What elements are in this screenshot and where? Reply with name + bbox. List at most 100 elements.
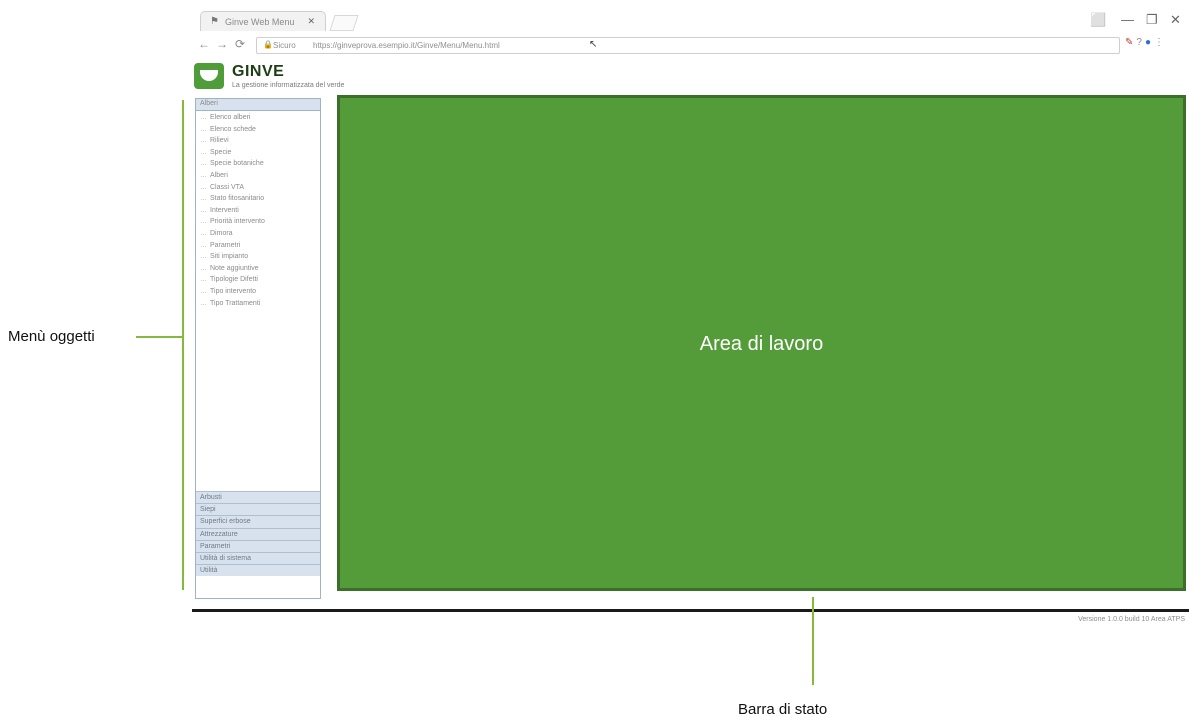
close-window-icon[interactable]: ✕ — [1170, 12, 1181, 28]
object-menu-sidebar: Alberi … Elenco alberi … Elenco schede … Ri… — [195, 98, 321, 599]
sidebar-item[interactable]: … Parametri — [196, 240, 320, 252]
security-label: Sicuro — [273, 41, 296, 50]
sidebar-item-label: Tipologie Difetti — [210, 276, 258, 284]
sidebar-item[interactable]: … Elenco alberi — [196, 112, 320, 124]
browser-toolbar: ← → ⟳ 🔒 Sicuro https://ginveprova.esempi… — [192, 34, 1189, 56]
tree-connector-icon: … — [200, 287, 207, 295]
sidebar-item-label: Rilievi — [210, 137, 229, 145]
sidebar-item[interactable]: … Specie botaniche — [196, 158, 320, 170]
sidebar-item[interactable]: … Priorità intervento — [196, 216, 320, 228]
sidebar-item[interactable]: … Interventi — [196, 205, 320, 217]
url-text: https://ginveprova.esempio.it/Ginve/Menu… — [313, 41, 500, 50]
sidebar-item-label: Parametri — [210, 241, 241, 249]
menu-callout-label: Menù oggetti — [8, 328, 95, 345]
status-bar — [192, 609, 1189, 612]
app-logo-icon — [194, 63, 224, 89]
sidebar-category-list: Arbusti Siepi Superfici erbose Attrezzat… — [196, 491, 320, 577]
mouse-cursor-icon: ↖ — [589, 39, 598, 50]
tab-close-icon[interactable]: ✕ — [307, 16, 315, 27]
tree-connector-icon: … — [200, 148, 207, 156]
back-arrow-icon[interactable]: ← — [198, 37, 210, 51]
sidebar-category[interactable]: Arbusti — [196, 491, 320, 504]
sidebar-item-label: Specie — [210, 148, 232, 156]
tree-connector-icon: … — [200, 160, 207, 168]
sidebar-item-label: Stato fitosanitario — [210, 195, 265, 203]
tree-connector-icon: … — [200, 171, 207, 179]
tree-connector-icon: … — [200, 241, 207, 249]
sidebar-item[interactable]: … Siti impianto — [196, 251, 320, 263]
sidebar-item[interactable]: … Tipo intervento — [196, 286, 320, 298]
tree-connector-icon: … — [200, 183, 207, 191]
sidebar-item[interactable]: … Stato fitosanitario — [196, 193, 320, 205]
sidebar-item-label: Siti impianto — [210, 253, 249, 261]
extension-dot-icon[interactable]: ● — [1145, 37, 1154, 48]
tree-connector-icon: … — [200, 114, 207, 121]
menu-callout-bracket — [182, 100, 184, 590]
sidebar-item-label: Dimora — [210, 229, 233, 237]
sidebar-item[interactable]: … Specie — [196, 147, 320, 159]
tree-connector-icon: … — [200, 253, 207, 261]
minimize-icon[interactable]: — — [1121, 12, 1134, 27]
tree-connector-icon: … — [200, 125, 207, 133]
tree-connector-icon: … — [200, 299, 207, 307]
sidebar-item-list: … Elenco alberi … Elenco schede … Rilievi …… — [196, 112, 320, 309]
sidebar-item-label: Specie botaniche — [210, 160, 264, 168]
app-subtitle: La gestione informatizzata del verde — [232, 82, 345, 89]
tree-connector-icon: … — [200, 195, 207, 203]
tree-connector-icon: … — [200, 229, 207, 237]
sidebar-category[interactable]: Superfici erbose — [196, 515, 320, 528]
sidebar-category[interactable]: Siepi — [196, 503, 320, 516]
status-callout-label: Barra di stato — [738, 701, 828, 718]
work-area-label: Area di lavoro — [699, 333, 824, 355]
sidebar-item-label: Interventi — [210, 206, 239, 214]
sidebar-category[interactable]: Attrezzature — [196, 527, 320, 540]
extension-icons: ✎?●⋮ — [1125, 37, 1167, 48]
sidebar-item[interactable]: … Tipo Trattamenti — [196, 298, 320, 310]
sidebar-item-label: Tipo Trattamenti — [210, 299, 261, 307]
browser-tab[interactable]: ⚑ Ginve Web Menu ✕ — [200, 11, 326, 31]
sidebar-active-section-label: Alberi — [200, 100, 218, 107]
tree-connector-icon: … — [200, 276, 207, 284]
status-callout-line — [812, 597, 814, 685]
reload-icon[interactable]: ⟳ — [235, 37, 245, 51]
browser-tab-strip: ⚑ Ginve Web Menu ✕ ⬜ — ❐ ✕ — [192, 8, 1189, 32]
status-bar-text: Versione 1.0.0 build 10 Area ATPS — [1078, 616, 1185, 623]
work-area[interactable]: Area di lavoro — [337, 95, 1186, 591]
sidebar-category[interactable]: Parametri — [196, 539, 320, 552]
sidebar-item-label: Alberi — [210, 171, 228, 179]
lock-icon: 🔒 — [263, 40, 273, 49]
sidebar-item[interactable]: … Classi VTA — [196, 182, 320, 194]
sidebar-item-label: Elenco schede — [210, 125, 256, 133]
address-bar-input[interactable]: 🔒 Sicuro https://ginveprova.esempio.it/G… — [256, 37, 1120, 54]
extension-pen-icon[interactable]: ✎ — [1125, 37, 1136, 48]
sidebar-item[interactable]: … Alberi — [196, 170, 320, 182]
sidebar-item[interactable]: … Elenco schede — [196, 124, 320, 136]
sidebar-item[interactable]: … Tipologie Difetti — [196, 274, 320, 286]
leaf-icon — [200, 70, 218, 81]
forward-arrow-icon[interactable]: → — [216, 37, 228, 51]
tree-connector-icon: … — [200, 264, 207, 272]
browser-menu-icon[interactable]: ⋮ — [1154, 37, 1167, 48]
page-favicon-icon: ⚑ — [210, 16, 219, 27]
sidebar-active-section-header[interactable]: Alberi — [196, 99, 320, 111]
sidebar-item[interactable]: … Rilievi — [196, 135, 320, 147]
sidebar-item-label: Priorità intervento — [210, 218, 265, 226]
sidebar-category[interactable]: Utilità di sistema — [196, 551, 320, 565]
sidebar-item-label: Note aggiuntive — [210, 264, 259, 272]
restore-icon[interactable]: ❐ — [1146, 12, 1158, 28]
menu-callout-line — [136, 336, 182, 338]
sidebar-category[interactable]: Utilità — [196, 564, 320, 577]
tree-connector-icon: … — [200, 206, 207, 214]
sidebar-item-label: Elenco alberi — [210, 114, 251, 121]
tree-connector-icon: … — [200, 218, 207, 226]
tab-title: Ginve Web Menu — [225, 17, 295, 27]
sidebar-item-label: Tipo intervento — [210, 287, 257, 295]
tree-connector-icon: … — [200, 137, 207, 145]
cast-icon[interactable]: ⬜ — [1090, 12, 1106, 28]
sidebar-item[interactable]: … Dimora — [196, 228, 320, 240]
extension-help-icon[interactable]: ? — [1136, 37, 1145, 48]
app-name: GINVE — [232, 63, 285, 80]
sidebar-item-label: Classi VTA — [210, 183, 245, 191]
new-tab-button[interactable] — [329, 15, 359, 31]
sidebar-item[interactable]: … Note aggiuntive — [196, 263, 320, 275]
